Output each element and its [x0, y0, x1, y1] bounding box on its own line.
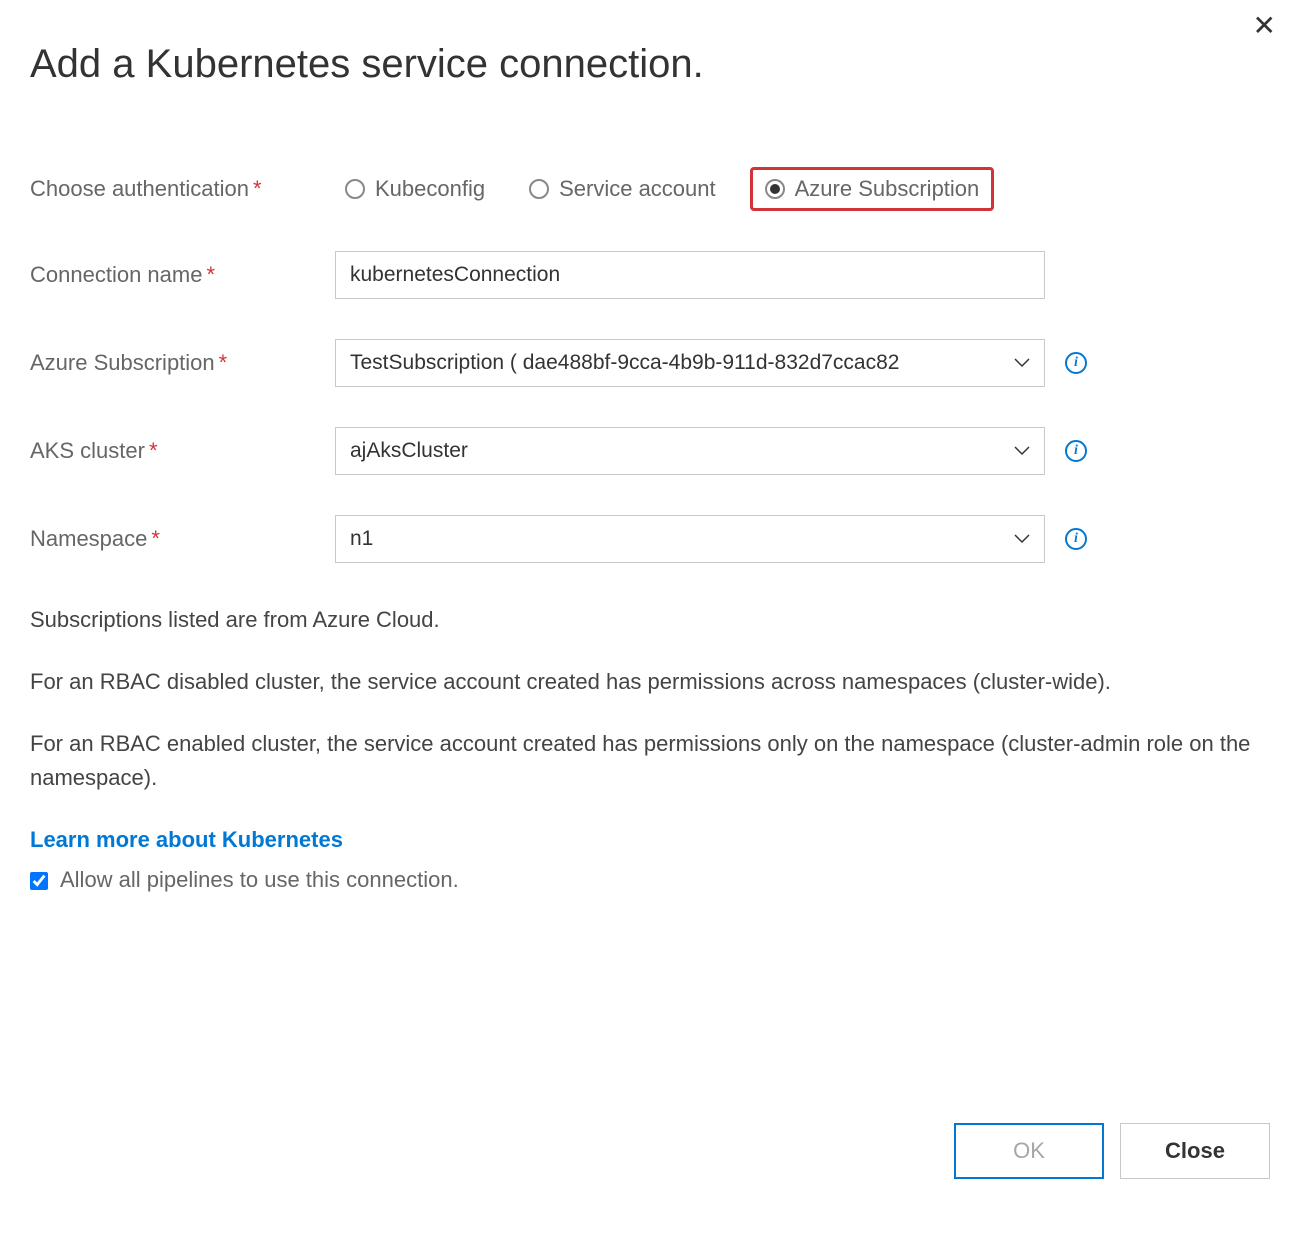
aks-cluster-row: AKS cluster* ajAksCluster i — [30, 427, 1270, 475]
allow-pipelines-row: Allow all pipelines to use this connecti… — [30, 863, 1270, 897]
connection-name-row: Connection name* — [30, 251, 1270, 299]
connection-name-input[interactable] — [335, 251, 1045, 299]
aks-cluster-dropdown[interactable]: ajAksCluster — [335, 427, 1045, 475]
allow-pipelines-label: Allow all pipelines to use this connecti… — [60, 863, 459, 897]
radio-label: Service account — [559, 176, 716, 202]
dialog-buttons: OK Close — [954, 1123, 1270, 1179]
radio-service-account[interactable]: Service account — [519, 170, 726, 208]
radio-icon — [345, 179, 365, 199]
chevron-down-icon — [1014, 534, 1030, 544]
chevron-down-icon — [1014, 446, 1030, 456]
radio-azure-subscription[interactable]: Azure Subscription — [750, 167, 995, 211]
azure-subscription-row: Azure Subscription* TestSubscription ( d… — [30, 339, 1270, 387]
radio-kubeconfig[interactable]: Kubeconfig — [335, 170, 495, 208]
radio-icon — [529, 179, 549, 199]
namespace-row: Namespace* n1 i — [30, 515, 1270, 563]
authentication-label: Choose authentication* — [30, 176, 335, 202]
help-line-3: For an RBAC enabled cluster, the service… — [30, 727, 1270, 795]
help-line-1: Subscriptions listed are from Azure Clou… — [30, 603, 1270, 637]
allow-pipelines-checkbox[interactable] — [30, 872, 48, 890]
help-text-block: Subscriptions listed are from Azure Clou… — [30, 603, 1270, 898]
radio-label: Kubeconfig — [375, 176, 485, 202]
namespace-dropdown[interactable]: n1 — [335, 515, 1045, 563]
help-line-2: For an RBAC disabled cluster, the servic… — [30, 665, 1270, 699]
info-icon[interactable]: i — [1065, 440, 1087, 462]
connection-name-label: Connection name* — [30, 262, 335, 288]
radio-icon — [765, 179, 785, 199]
dropdown-value: n1 — [350, 527, 1006, 551]
azure-subscription-dropdown[interactable]: TestSubscription ( dae488bf-9cca-4b9b-91… — [335, 339, 1045, 387]
namespace-label: Namespace* — [30, 526, 335, 552]
info-icon[interactable]: i — [1065, 528, 1087, 550]
authentication-row: Choose authentication* Kubeconfig Servic… — [30, 167, 1270, 211]
dropdown-value: TestSubscription ( dae488bf-9cca-4b9b-91… — [350, 351, 1006, 375]
aks-cluster-label: AKS cluster* — [30, 438, 335, 464]
dialog-title: Add a Kubernetes service connection. — [30, 42, 1270, 87]
authentication-radio-group: Kubeconfig Service account Azure Subscri… — [335, 167, 994, 211]
close-icon[interactable]: ✕ — [1253, 12, 1276, 40]
close-button[interactable]: Close — [1120, 1123, 1270, 1179]
chevron-down-icon — [1014, 358, 1030, 368]
azure-subscription-label: Azure Subscription* — [30, 350, 335, 376]
learn-more-link[interactable]: Learn more about Kubernetes — [30, 823, 343, 857]
dropdown-value: ajAksCluster — [350, 439, 1006, 463]
ok-button[interactable]: OK — [954, 1123, 1104, 1179]
radio-label: Azure Subscription — [795, 176, 980, 202]
info-icon[interactable]: i — [1065, 352, 1087, 374]
